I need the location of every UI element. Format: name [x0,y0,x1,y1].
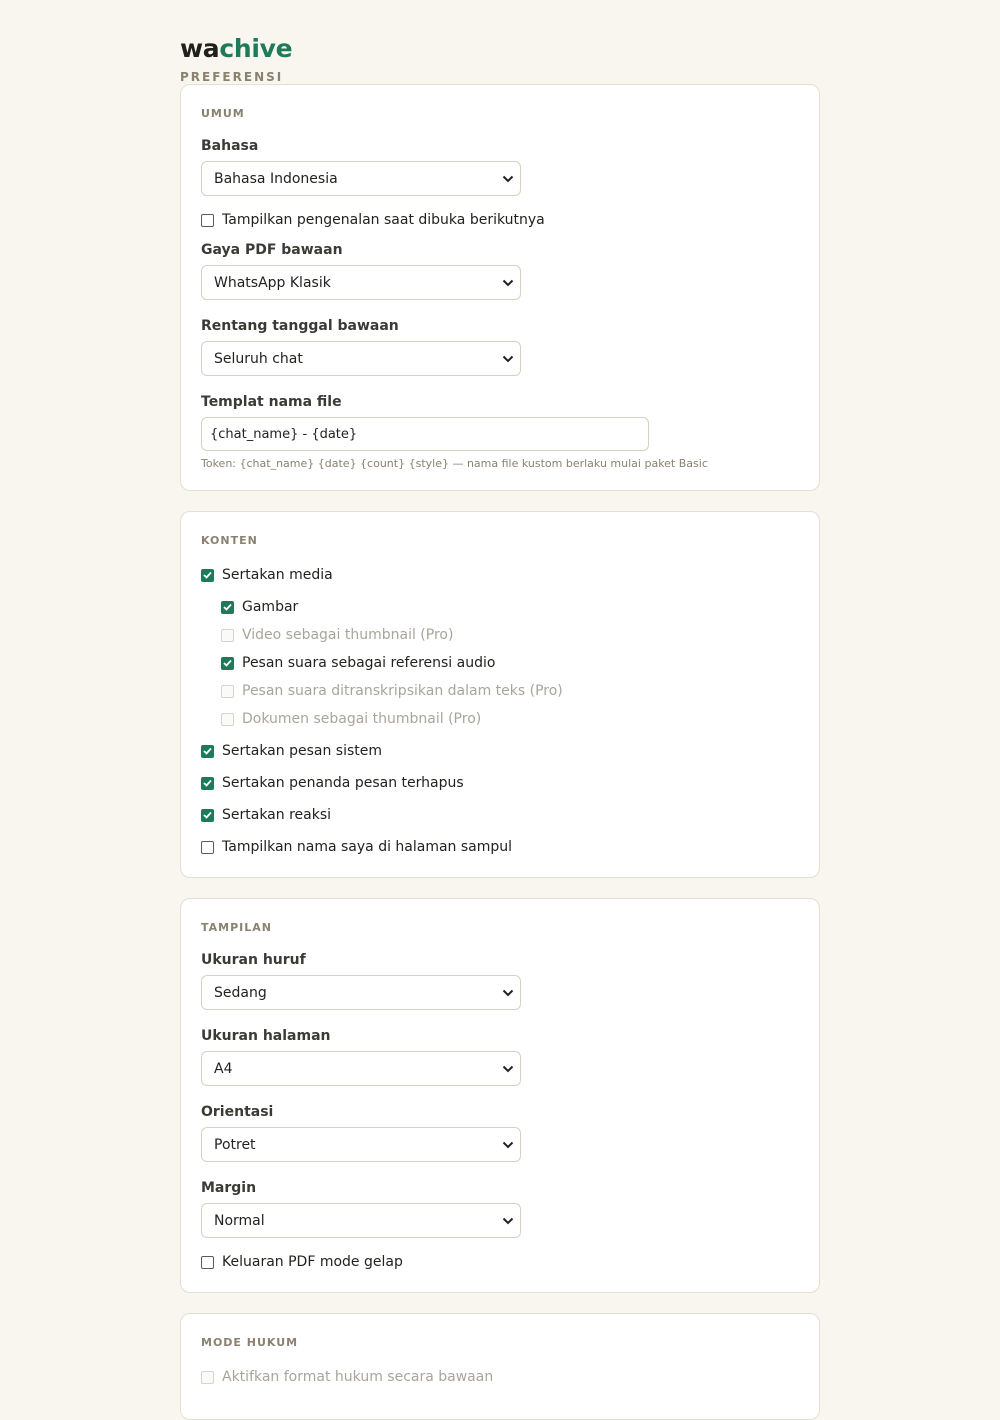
chevron-down-icon [500,1061,516,1077]
dark-pdf-label: Keluaran PDF mode gelap [222,1254,403,1270]
video-thumbnail-label: Video sebagai thumbnail (Pro) [242,627,454,643]
voice-audio-ref-option[interactable]: Pesan suara sebagai referensi audio [221,653,799,673]
section-title-legal: MODE HUKUM [201,1336,299,1349]
margin-select[interactable]: Normal [201,1203,521,1238]
system-messages-checkbox[interactable] [201,744,214,758]
orientation-select-value: Potret [214,1136,256,1153]
date-range-select[interactable]: Seluruh chat [201,341,521,376]
document-thumbnail-label: Dokumen sebagai thumbnail (Pro) [242,711,482,727]
pdf-style-select-value: WhatsApp Klasik [214,274,331,291]
date-range-label: Rentang tanggal bawaan [201,318,399,334]
legal-format-option: Aktifkan format hukum secara bawaan [201,1367,799,1387]
legal-mode-section: MODE HUKUM Aktifkan format hukum secara … [180,1313,820,1420]
images-option[interactable]: Gambar [221,597,799,617]
logo-text-wa: wa [180,34,220,63]
app-logo: wachive [180,34,820,64]
display-section: TAMPILAN Ukuran huruf Sedang Ukuran hala… [180,898,820,1293]
filename-template-hint: Token: {chat_name} {date} {count} {style… [201,457,708,470]
page-size-select-value: A4 [214,1060,233,1077]
chevron-down-icon [500,1213,516,1229]
section-title-content: KONTEN [201,534,258,547]
filename-template-input[interactable]: {chat_name} - {date} [201,417,649,451]
deleted-markers-option[interactable]: Sertakan penanda pesan terhapus [201,773,799,793]
page-size-select[interactable]: A4 [201,1051,521,1086]
margin-label: Margin [201,1180,257,1196]
show-intro-option[interactable]: Tampilkan pengenalan saat dibuka berikut… [201,210,799,230]
system-messages-option[interactable]: Sertakan pesan sistem [201,741,799,761]
voice-transcribed-option: Pesan suara ditranskripsikan dalam teks … [221,681,799,701]
font-size-label: Ukuran huruf [201,952,306,968]
page-size-label: Ukuran halaman [201,1028,331,1044]
voice-transcribed-checkbox [221,684,234,698]
video-thumbnail-checkbox [221,628,234,642]
cover-name-label: Tampilkan nama saya di halaman sampul [222,839,513,855]
reactions-checkbox[interactable] [201,808,214,822]
reactions-label: Sertakan reaksi [222,807,332,823]
pdf-style-select[interactable]: WhatsApp Klasik [201,265,521,300]
voice-transcribed-label: Pesan suara ditranskripsikan dalam teks … [242,683,563,699]
show-intro-label: Tampilkan pengenalan saat dibuka berikut… [222,212,545,228]
font-size-select-value: Sedang [214,984,267,1001]
include-media-option[interactable]: Sertakan media [201,565,799,585]
cover-name-option[interactable]: Tampilkan nama saya di halaman sampul [201,837,799,857]
pdf-style-label: Gaya PDF bawaan [201,242,343,258]
chevron-down-icon [500,171,516,187]
page-title: PREFERENSI [180,70,284,84]
filename-template-label: Templat nama file [201,394,342,410]
dark-pdf-checkbox[interactable] [201,1255,214,1269]
logo-text-chive: chive [219,34,293,63]
language-label: Bahasa [201,138,259,154]
dark-pdf-option[interactable]: Keluaran PDF mode gelap [201,1252,799,1272]
reactions-option[interactable]: Sertakan reaksi [201,805,799,825]
document-thumbnail-option: Dokumen sebagai thumbnail (Pro) [221,709,799,729]
voice-audio-ref-label: Pesan suara sebagai referensi audio [242,655,496,671]
chevron-down-icon [500,275,516,291]
section-title-display: TAMPILAN [201,921,272,934]
legal-format-label: Aktifkan format hukum secara bawaan [222,1369,494,1385]
date-range-select-value: Seluruh chat [214,350,303,367]
include-media-checkbox[interactable] [201,568,214,582]
chevron-down-icon [500,985,516,1001]
margin-select-value: Normal [214,1212,265,1229]
cover-name-checkbox[interactable] [201,840,214,854]
video-thumbnail-option: Video sebagai thumbnail (Pro) [221,625,799,645]
images-checkbox[interactable] [221,600,234,614]
show-intro-checkbox[interactable] [201,213,214,227]
deleted-markers-checkbox[interactable] [201,776,214,790]
font-size-select[interactable]: Sedang [201,975,521,1010]
document-thumbnail-checkbox [221,712,234,726]
section-title-general: UMUM [201,107,245,120]
orientation-select[interactable]: Potret [201,1127,521,1162]
preferences-page: wachive PREFERENSI UMUM Bahasa Bahasa In… [180,0,820,1420]
include-media-label: Sertakan media [222,567,333,583]
legal-format-checkbox [201,1370,214,1384]
general-section: UMUM Bahasa Bahasa Indonesia Tampilkan p… [180,84,820,491]
orientation-label: Orientasi [201,1104,274,1120]
language-select[interactable]: Bahasa Indonesia [201,161,521,196]
images-label: Gambar [242,599,299,615]
deleted-markers-label: Sertakan penanda pesan terhapus [222,775,464,791]
system-messages-label: Sertakan pesan sistem [222,743,383,759]
content-section: KONTEN Sertakan media Gambar Video sebag… [180,511,820,878]
chevron-down-icon [500,1137,516,1153]
language-select-value: Bahasa Indonesia [214,170,338,187]
chevron-down-icon [500,351,516,367]
voice-audio-ref-checkbox[interactable] [221,656,234,670]
